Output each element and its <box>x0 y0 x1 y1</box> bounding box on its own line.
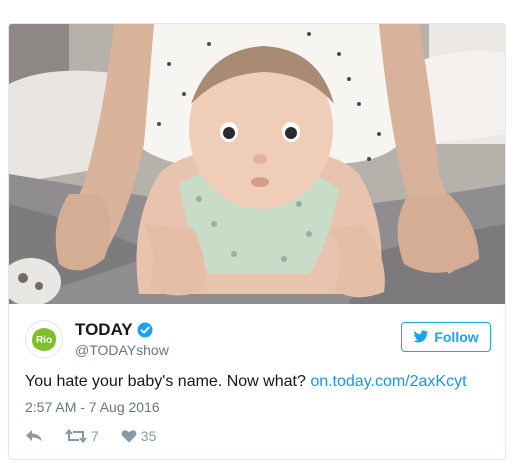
tweet-photo[interactable] <box>9 24 505 304</box>
heart-icon <box>121 430 137 443</box>
follow-label: Follow <box>434 329 479 345</box>
reply-button[interactable] <box>25 429 43 443</box>
retweet-count: 7 <box>91 428 99 444</box>
follow-button[interactable]: Follow <box>401 322 491 352</box>
tweet-header: Rio TODAY @TODAYshow Follow <box>25 320 491 364</box>
baby-photo-image <box>9 24 505 304</box>
tweet-link[interactable]: on.today.com/2axKcyt <box>310 373 466 390</box>
verified-badge-icon <box>137 322 153 338</box>
tweet-actions: 7 35 <box>25 428 178 444</box>
name-row: TODAY <box>75 320 153 340</box>
like-button[interactable]: 35 <box>121 428 157 444</box>
retweet-icon <box>65 429 87 443</box>
reply-icon <box>26 430 42 442</box>
tweet-body: You hate your baby's name. Now what? <box>25 373 306 390</box>
rio-logo-icon: Rio <box>27 322 61 356</box>
like-count: 35 <box>140 428 157 444</box>
tweet-text: You hate your baby's name. Now what? on.… <box>25 371 495 393</box>
tweet-card: Rio TODAY @TODAYshow Follow You hate you… <box>8 23 506 460</box>
avatar[interactable]: Rio <box>25 320 63 358</box>
display-name[interactable]: TODAY <box>75 320 133 340</box>
twitter-bird-icon <box>413 330 429 343</box>
handle[interactable]: @TODAYshow <box>75 342 169 358</box>
avatar-text: Rio <box>36 335 52 346</box>
retweet-button[interactable]: 7 <box>65 428 99 444</box>
tweet-timestamp[interactable]: 2:57 AM - 7 Aug 2016 <box>25 399 160 415</box>
